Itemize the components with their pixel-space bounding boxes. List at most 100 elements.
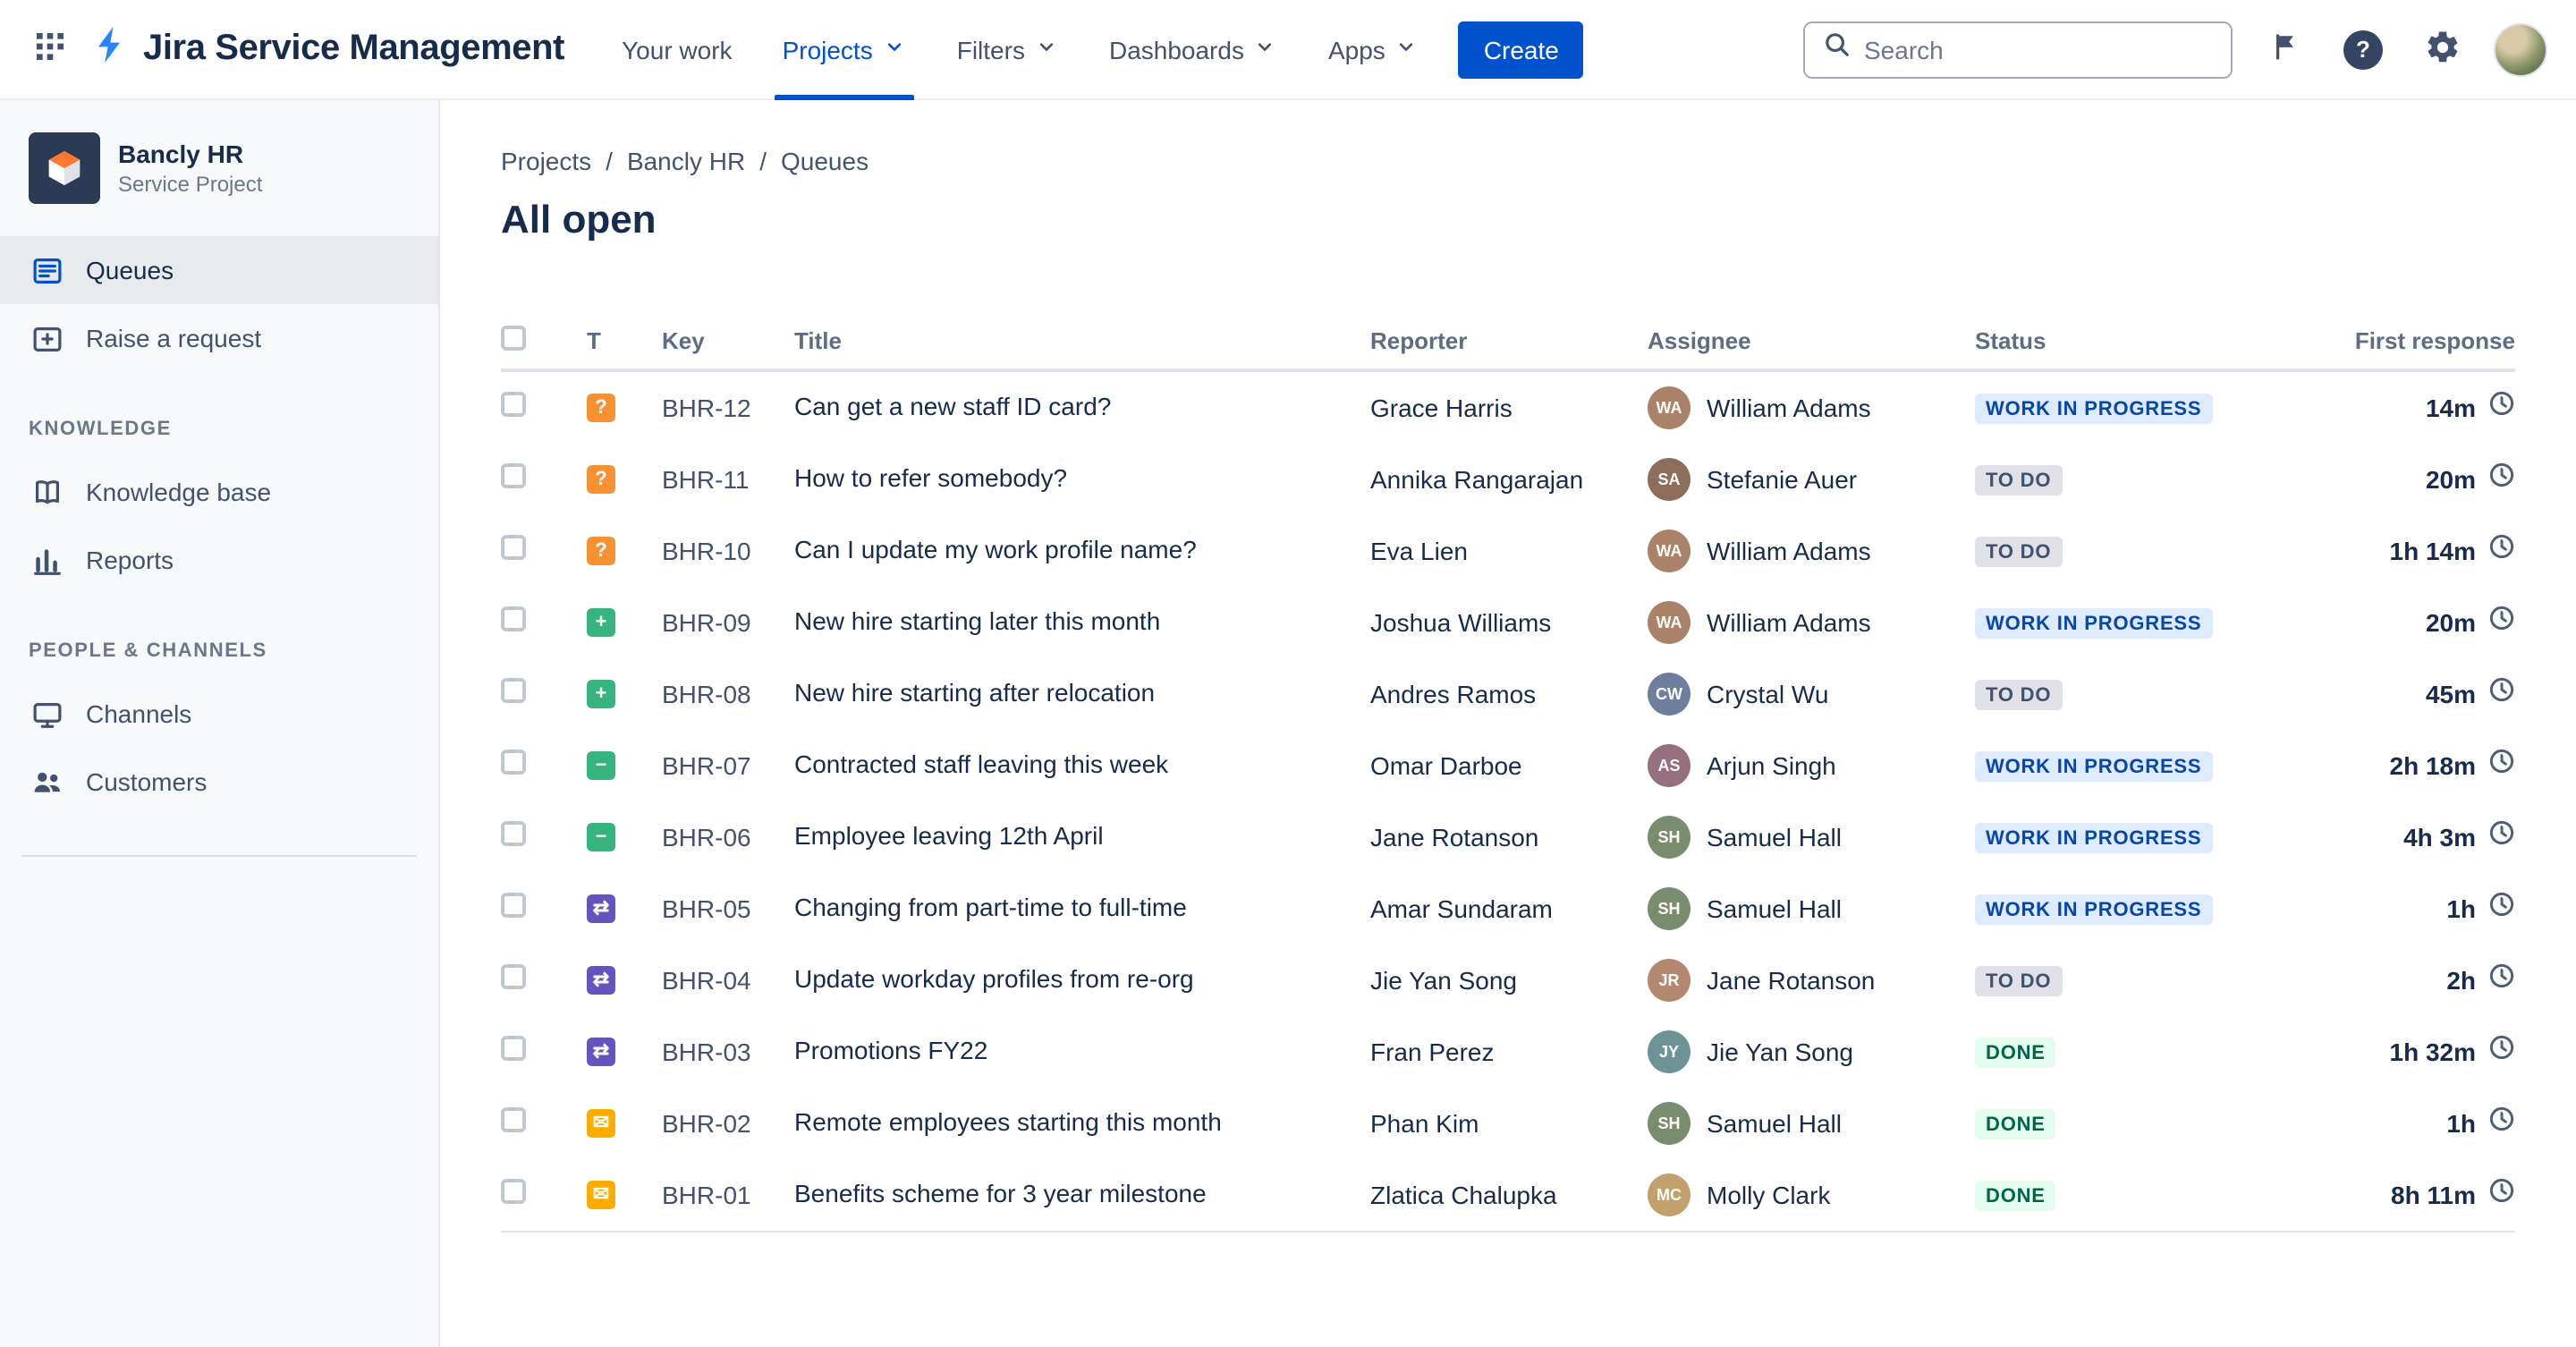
sidebar-item-queues[interactable]: Queues <box>0 236 438 304</box>
sidebar-item-raise-a-request[interactable]: Raise a request <box>0 304 438 372</box>
status-badge[interactable]: WORK IN PROGRESS <box>1975 894 2213 925</box>
row-checkbox[interactable] <box>501 1106 526 1131</box>
issue-title-link[interactable]: Can get a new staff ID card? <box>794 392 1111 420</box>
assignee-avatar: WA <box>1648 529 1690 572</box>
issue-key[interactable]: BHR-06 <box>662 823 794 851</box>
row-checkbox[interactable] <box>501 606 526 631</box>
issue-title-link[interactable]: Employee leaving 12th April <box>794 821 1104 850</box>
row-checkbox[interactable] <box>501 1178 526 1203</box>
assignee-name: Samuel Hall <box>1707 894 1842 923</box>
row-checkbox[interactable] <box>501 963 526 988</box>
assignee-avatar: WA <box>1648 386 1690 429</box>
issue-key[interactable]: BHR-09 <box>662 608 794 637</box>
issue-key[interactable]: BHR-05 <box>662 894 794 923</box>
status-badge[interactable]: TO DO <box>1975 465 2063 496</box>
book-icon <box>29 474 64 510</box>
nav-projects[interactable]: Projects <box>758 0 932 99</box>
app: Jira Service Management Your work Projec… <box>0 0 2576 1347</box>
raise-request-icon <box>29 320 64 356</box>
breadcrumb-queues[interactable]: Queues <box>781 147 869 175</box>
clock-icon <box>2488 1034 2515 1070</box>
issue-title-link[interactable]: Changing from part-time to full-time <box>794 893 1187 921</box>
issue-key[interactable]: BHR-03 <box>662 1038 794 1066</box>
issue-title-link[interactable]: Benefits scheme for 3 year milestone <box>794 1179 1207 1207</box>
help-button[interactable]: ? <box>2336 22 2390 76</box>
queue-table: T Key Title Reporter Assignee Status Fir… <box>501 311 2515 1233</box>
status-badge[interactable]: TO DO <box>1975 966 2063 996</box>
breadcrumb-projects[interactable]: Projects <box>501 147 591 175</box>
issue-key[interactable]: BHR-02 <box>662 1109 794 1138</box>
monitor-icon <box>29 696 64 732</box>
assignee-name: Jane Rotanson <box>1707 966 1876 995</box>
first-response-time: 14m <box>2425 394 2476 422</box>
row-checkbox[interactable] <box>501 462 526 487</box>
grid-icon <box>32 29 68 70</box>
row-checkbox[interactable] <box>501 892 526 917</box>
issue-title-link[interactable]: New hire starting after relocation <box>794 678 1155 707</box>
table-row: ⇄ BHR-04 Update workday profiles from re… <box>501 945 2515 1016</box>
sidebar-item-knowledge-base[interactable]: Knowledge base <box>0 458 438 526</box>
chevron-down-icon <box>1034 34 1059 64</box>
column-header-key: Key <box>662 326 705 353</box>
status-badge[interactable]: WORK IN PROGRESS <box>1975 823 2213 853</box>
status-badge[interactable]: TO DO <box>1975 680 2063 710</box>
main-content: Projects / Bancly HR / Queues All open T… <box>440 100 2576 1347</box>
issue-key[interactable]: BHR-10 <box>662 537 794 565</box>
issue-title-link[interactable]: Update workday profiles from re-org <box>794 964 1194 993</box>
status-badge[interactable]: TO DO <box>1975 537 2063 567</box>
issue-key[interactable]: BHR-12 <box>662 394 794 422</box>
table-row: ? BHR-10 Can I update my work profile na… <box>501 515 2515 587</box>
row-checkbox[interactable] <box>501 534 526 559</box>
select-all-checkbox[interactable] <box>501 325 526 350</box>
row-checkbox[interactable] <box>501 1035 526 1060</box>
issue-key[interactable]: BHR-08 <box>662 680 794 708</box>
status-badge[interactable]: DONE <box>1975 1109 2056 1139</box>
issue-key[interactable]: BHR-04 <box>662 966 794 995</box>
issue-key[interactable]: BHR-07 <box>662 751 794 780</box>
email-type-icon: ✉ <box>587 1181 615 1209</box>
search-box[interactable] <box>1803 21 2233 78</box>
issue-title-link[interactable]: How to refer somebody? <box>794 463 1067 492</box>
sidebar-item-channels[interactable]: Channels <box>0 680 438 748</box>
status-badge[interactable]: WORK IN PROGRESS <box>1975 751 2213 782</box>
breadcrumb-bancly-hr[interactable]: Bancly HR <box>627 147 745 175</box>
row-checkbox[interactable] <box>501 749 526 774</box>
nav-your-work[interactable]: Your work <box>597 0 758 99</box>
status-badge[interactable]: DONE <box>1975 1181 2056 1211</box>
row-checkbox[interactable] <box>501 677 526 702</box>
issue-key[interactable]: BHR-11 <box>662 465 794 494</box>
row-checkbox[interactable] <box>501 820 526 845</box>
breadcrumb: Projects / Bancly HR / Queues <box>501 147 2515 175</box>
first-response-time: 4h 3m <box>2403 823 2476 851</box>
status-badge[interactable]: WORK IN PROGRESS <box>1975 394 2213 424</box>
table-row: ⇄ BHR-03 Promotions FY22 Fran Perez JY J… <box>501 1016 2515 1088</box>
sidebar-item-reports[interactable]: Reports <box>0 526 438 594</box>
issue-title-link[interactable]: Contracted staff leaving this week <box>794 750 1168 778</box>
issue-title-link[interactable]: Can I update my work profile name? <box>794 535 1197 563</box>
table-row: ? BHR-12 Can get a new staff ID card? Gr… <box>501 372 2515 444</box>
status-badge[interactable]: DONE <box>1975 1038 2056 1068</box>
app-logo[interactable]: Jira Service Management <box>89 23 564 75</box>
issue-key[interactable]: BHR-01 <box>662 1181 794 1209</box>
create-button[interactable]: Create <box>1458 21 1584 78</box>
announcements-button[interactable] <box>2258 22 2311 76</box>
nav-dashboards[interactable]: Dashboards <box>1084 0 1303 99</box>
status-badge[interactable]: WORK IN PROGRESS <box>1975 608 2213 639</box>
first-response-time: 1h 14m <box>2389 537 2477 565</box>
queue-table-body: ? BHR-12 Can get a new staff ID card? Gr… <box>501 372 2515 1233</box>
assignee-name: Molly Clark <box>1707 1181 1831 1209</box>
table-header-row: T Key Title Reporter Assignee Status Fir… <box>501 311 2515 372</box>
change-type-icon: ⇄ <box>587 894 615 923</box>
nav-filters[interactable]: Filters <box>932 0 1084 99</box>
issue-title-link[interactable]: New hire starting later this month <box>794 606 1160 635</box>
issue-title-link[interactable]: Promotions FY22 <box>794 1036 987 1064</box>
search-input[interactable] <box>1864 35 2213 64</box>
sidebar-item-customers[interactable]: Customers <box>0 748 438 816</box>
row-checkbox[interactable] <box>501 391 526 416</box>
user-avatar[interactable] <box>2494 22 2547 76</box>
nav-apps[interactable]: Apps <box>1303 0 1445 99</box>
settings-button[interactable] <box>2415 22 2469 76</box>
app-switcher-button[interactable] <box>21 21 79 78</box>
assignee-name: William Adams <box>1707 394 1871 422</box>
issue-title-link[interactable]: Remote employees starting this month <box>794 1107 1222 1136</box>
